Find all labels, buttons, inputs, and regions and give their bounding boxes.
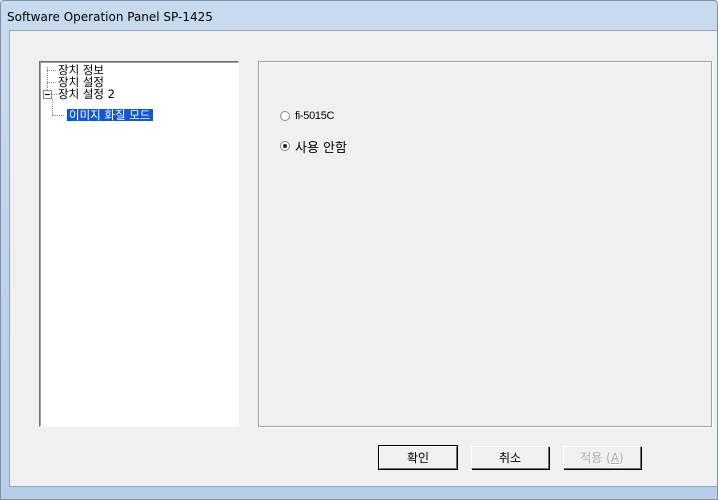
dialog-client-area: 장치 정보 장치 설정 장치 설정 2 이미지 화질 모드 fi-5015C 사… bbox=[9, 30, 717, 487]
tree-connector bbox=[47, 70, 56, 71]
cancel-button-label: 취소 bbox=[498, 451, 522, 465]
dialog-window: Software Operation Panel SP-1425 장치 정보 장… bbox=[0, 0, 718, 500]
radio-checked-icon[interactable] bbox=[280, 141, 290, 151]
title-bar[interactable]: Software Operation Panel SP-1425 bbox=[1, 1, 717, 29]
tree-item-image-quality-mode[interactable]: 이미지 화질 모드 bbox=[67, 109, 154, 121]
settings-tree[interactable]: 장치 정보 장치 설정 장치 설정 2 이미지 화질 모드 bbox=[39, 61, 239, 427]
radio-label: fi-5015C bbox=[295, 110, 335, 122]
radio-option-disabled[interactable]: 사용 안함 bbox=[280, 138, 347, 156]
radio-option-fi-5015c[interactable]: fi-5015C bbox=[280, 108, 334, 124]
options-panel: fi-5015C 사용 안함 bbox=[258, 61, 712, 427]
tree-item-device-settings-2[interactable]: 장치 설정 2 bbox=[58, 88, 115, 100]
radio-unchecked-icon[interactable] bbox=[280, 111, 290, 121]
apply-button[interactable]: 적용 (A) bbox=[563, 446, 641, 469]
ok-button[interactable]: 확인 bbox=[378, 445, 458, 470]
tree-connector bbox=[52, 115, 64, 116]
ok-button-label: 확인 bbox=[406, 451, 430, 465]
apply-button-suffix: ) bbox=[619, 450, 624, 465]
tree-connector bbox=[52, 99, 53, 115]
apply-button-prefix: 적용 ( bbox=[580, 451, 611, 465]
radio-label: 사용 안함 bbox=[295, 140, 347, 156]
apply-button-accelerator: A bbox=[610, 450, 620, 465]
cancel-button[interactable]: 취소 bbox=[471, 446, 549, 469]
collapse-toggle-icon[interactable] bbox=[43, 90, 52, 99]
tree-connector bbox=[47, 82, 56, 83]
window-title: Software Operation Panel SP-1425 bbox=[7, 10, 213, 24]
tree-connector bbox=[52, 94, 57, 95]
